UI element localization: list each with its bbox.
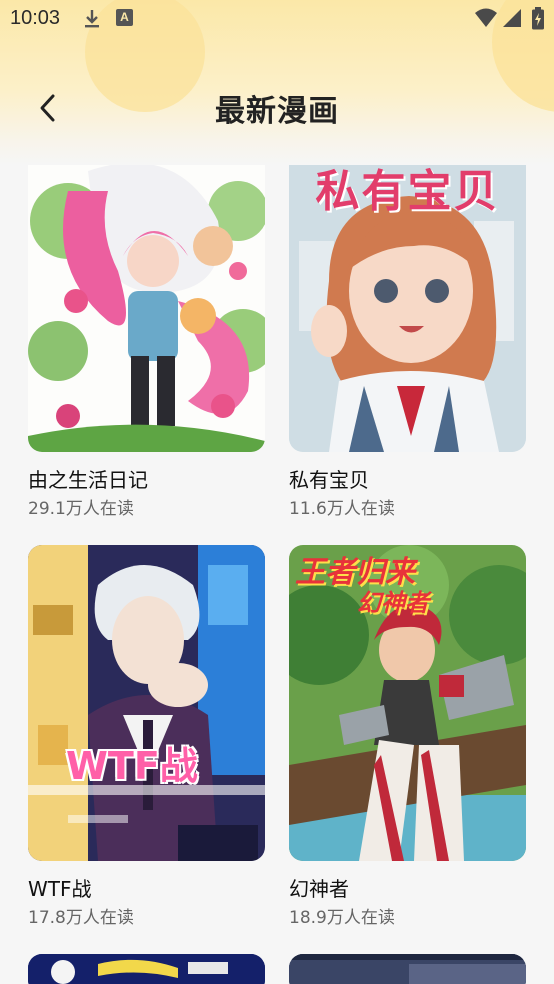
comic-title[interactable]: 由之生活日记 xyxy=(28,464,148,493)
comic-cover[interactable]: 私有宝贝 xyxy=(289,165,526,452)
comic-title[interactable]: WTF战 xyxy=(28,873,92,902)
comic-readers: 17.8万人在读 xyxy=(28,908,134,928)
cover-text-secondary: 幻神者 xyxy=(357,589,429,617)
cover-illustration xyxy=(28,165,265,452)
comic-card[interactable] xyxy=(28,954,265,984)
battery-charging-icon xyxy=(532,7,544,30)
cover-illustration xyxy=(289,954,526,984)
comic-cover[interactable]: WTF战 xyxy=(28,545,265,861)
status-time: 10:03 xyxy=(10,7,61,29)
comic-readers: 29.1万人在读 xyxy=(28,499,134,519)
comic-cover[interactable] xyxy=(289,954,526,984)
status-bar: 10:03 A xyxy=(0,0,554,38)
comic-card[interactable]: 由之生活日记 29.1万人在读 xyxy=(28,165,265,519)
download-icon xyxy=(85,10,99,28)
comic-cover[interactable] xyxy=(28,165,265,452)
comic-cover[interactable] xyxy=(28,954,265,984)
comic-readers: 18.9万人在读 xyxy=(289,908,395,928)
comic-title[interactable]: 幻神者 xyxy=(289,873,349,902)
comic-card[interactable]: 王者归来 幻神者 幻神者 18.9万人在读 xyxy=(289,545,526,928)
wifi-icon xyxy=(475,8,497,27)
comic-title[interactable]: 私有宝贝 xyxy=(289,464,369,493)
cover-text: 私有宝贝 xyxy=(315,166,500,217)
signal-icon xyxy=(503,9,521,27)
comic-card[interactable]: WTF战 WTF战 17.8万人在读 xyxy=(28,545,265,928)
cover-illustration xyxy=(28,954,265,984)
comic-card[interactable]: 私有宝贝 私有宝贝 11.6万人在读 xyxy=(289,165,526,519)
page-title: 最新漫画 xyxy=(215,94,339,129)
comic-readers: 11.6万人在读 xyxy=(289,499,395,519)
comic-grid[interactable]: 由之生活日记 29.1万人在读 私有宝贝 私有宝贝 11.6万人在读 WTF战 … xyxy=(0,165,554,984)
comic-card[interactable] xyxy=(289,954,526,984)
comic-cover[interactable]: 王者归来 幻神者 xyxy=(289,545,526,861)
cover-illustration xyxy=(28,545,265,861)
cover-text: WTF战 xyxy=(66,744,198,788)
a-notification-icon: A xyxy=(116,9,133,26)
